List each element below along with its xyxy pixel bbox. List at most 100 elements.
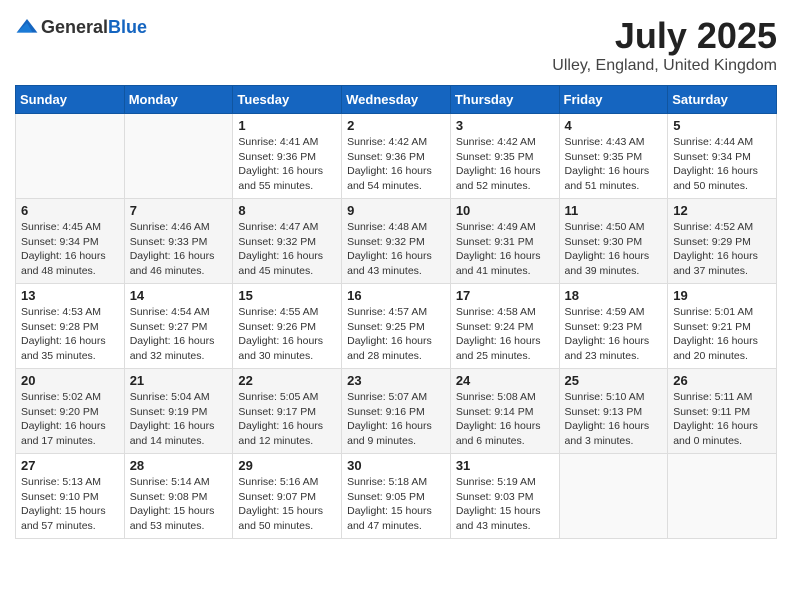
week-row-2: 6 Sunrise: 4:45 AM Sunset: 9:34 PM Daylig… [16,199,777,284]
logo-icon [15,15,39,39]
table-cell: 29Sunrise: 5:16 AM Sunset: 9:07 PM Dayli… [233,454,342,539]
day-number: 18 [565,288,663,303]
day-info: Sunrise: 5:11 AM Sunset: 9:11 PM Dayligh… [673,390,771,449]
title-block: July 2025 Ulley, England, United Kingdom [552,15,777,75]
page-header: GeneralBlue July 2025 Ulley, England, Un… [15,15,777,75]
day-info: Sunrise: 5:04 AM Sunset: 9:19 PM Dayligh… [130,390,228,449]
day-number: 28 [130,458,228,473]
day-number: 6 [21,203,119,218]
week-row-5: 27 Sunrise: 5:13 AM Sunset: 9:10 PM Dayli… [16,454,777,539]
logo-blue: Blue [108,17,147,37]
table-cell: 8 Sunrise: 4:47 AM Sunset: 9:32 PM Daylig… [233,199,342,284]
day-info: Sunrise: 4:57 AM Sunset: 9:25 PM Dayligh… [347,305,445,364]
day-info: Sunrise: 4:54 AM Sunset: 9:27 PM Dayligh… [130,305,228,364]
table-cell: 17 Sunrise: 4:58 AM Sunset: 9:24 PM Dayli… [450,284,559,369]
day-number: 24 [456,373,554,388]
table-cell: 3 Sunrise: 4:42 AM Sunset: 9:35 PM Daylig… [450,114,559,199]
table-cell: 19Sunrise: 5:01 AM Sunset: 9:21 PM Dayli… [668,284,777,369]
day-number: 19 [673,288,771,303]
day-info: Sunrise: 4:47 AM Sunset: 9:32 PM Dayligh… [238,220,336,279]
header-monday: Monday [124,86,233,114]
day-info: Sunrise: 5:13 AM Sunset: 9:10 PM Dayligh… [21,475,119,534]
day-info: Sunrise: 5:05 AM Sunset: 9:17 PM Dayligh… [238,390,336,449]
day-number: 27 [21,458,119,473]
table-cell: 11Sunrise: 4:50 AM Sunset: 9:30 PM Dayli… [559,199,668,284]
table-cell: 4Sunrise: 4:43 AM Sunset: 9:35 PM Daylig… [559,114,668,199]
day-number: 4 [565,118,663,133]
table-cell: 28 Sunrise: 5:14 AM Sunset: 9:08 PM Dayli… [124,454,233,539]
day-info: Sunrise: 4:55 AM Sunset: 9:26 PM Dayligh… [238,305,336,364]
day-info: Sunrise: 5:08 AM Sunset: 9:14 PM Dayligh… [456,390,554,449]
day-number: 26 [673,373,771,388]
days-header-row: Sunday Monday Tuesday Wednesday Thursday… [16,86,777,114]
day-info: Sunrise: 4:52 AM Sunset: 9:29 PM Dayligh… [673,220,771,279]
day-info: Sunrise: 5:19 AM Sunset: 9:03 PM Dayligh… [456,475,554,534]
table-cell [124,114,233,199]
table-cell: 30Sunrise: 5:18 AM Sunset: 9:05 PM Dayli… [342,454,451,539]
table-cell: 16 Sunrise: 4:57 AM Sunset: 9:25 PM Dayli… [342,284,451,369]
logo-text: GeneralBlue [41,17,147,38]
day-number: 25 [565,373,663,388]
table-cell: 26 Sunrise: 5:11 AM Sunset: 9:11 PM Dayli… [668,369,777,454]
day-number: 30 [347,458,445,473]
table-cell [668,454,777,539]
day-number: 20 [21,373,119,388]
header-wednesday: Wednesday [342,86,451,114]
table-cell: 1Sunrise: 4:41 AM Sunset: 9:36 PM Daylig… [233,114,342,199]
day-info: Sunrise: 4:48 AM Sunset: 9:32 PM Dayligh… [347,220,445,279]
day-info: Sunrise: 4:53 AM Sunset: 9:28 PM Dayligh… [21,305,119,364]
day-info: Sunrise: 4:45 AM Sunset: 9:34 PM Dayligh… [21,220,119,279]
table-cell: 18 Sunrise: 4:59 AM Sunset: 9:23 PM Dayli… [559,284,668,369]
header-sunday: Sunday [16,86,125,114]
week-row-1: 1Sunrise: 4:41 AM Sunset: 9:36 PM Daylig… [16,114,777,199]
day-number: 12 [673,203,771,218]
day-info: Sunrise: 4:49 AM Sunset: 9:31 PM Dayligh… [456,220,554,279]
day-number: 3 [456,118,554,133]
day-number: 15 [238,288,336,303]
table-cell: 27 Sunrise: 5:13 AM Sunset: 9:10 PM Dayli… [16,454,125,539]
header-saturday: Saturday [668,86,777,114]
table-cell: 6 Sunrise: 4:45 AM Sunset: 9:34 PM Daylig… [16,199,125,284]
table-cell: 24 Sunrise: 5:08 AM Sunset: 9:14 PM Dayli… [450,369,559,454]
day-number: 2 [347,118,445,133]
day-number: 23 [347,373,445,388]
day-number: 13 [21,288,119,303]
day-info: Sunrise: 4:58 AM Sunset: 9:24 PM Dayligh… [456,305,554,364]
week-row-3: 13 Sunrise: 4:53 AM Sunset: 9:28 PM Dayli… [16,284,777,369]
day-number: 21 [130,373,228,388]
header-tuesday: Tuesday [233,86,342,114]
table-cell: 25 Sunrise: 5:10 AM Sunset: 9:13 PM Dayli… [559,369,668,454]
table-cell: 14 Sunrise: 4:54 AM Sunset: 9:27 PM Dayli… [124,284,233,369]
header-thursday: Thursday [450,86,559,114]
day-info: Sunrise: 5:10 AM Sunset: 9:13 PM Dayligh… [565,390,663,449]
day-info: Sunrise: 4:44 AM Sunset: 9:34 PM Dayligh… [673,135,771,194]
table-cell: 23Sunrise: 5:07 AM Sunset: 9:16 PM Dayli… [342,369,451,454]
table-cell: 31 Sunrise: 5:19 AM Sunset: 9:03 PM Dayli… [450,454,559,539]
day-number: 22 [238,373,336,388]
day-number: 10 [456,203,554,218]
month-title: July 2025 [552,15,777,57]
logo: GeneralBlue [15,15,147,39]
table-cell: 12 Sunrise: 4:52 AM Sunset: 9:29 PM Dayli… [668,199,777,284]
day-number: 16 [347,288,445,303]
week-row-4: 20 Sunrise: 5:02 AM Sunset: 9:20 PM Dayli… [16,369,777,454]
header-friday: Friday [559,86,668,114]
table-cell: 7Sunrise: 4:46 AM Sunset: 9:33 PM Daylig… [124,199,233,284]
table-cell: 10 Sunrise: 4:49 AM Sunset: 9:31 PM Dayli… [450,199,559,284]
day-number: 9 [347,203,445,218]
table-cell: 5Sunrise: 4:44 AM Sunset: 9:34 PM Daylig… [668,114,777,199]
day-number: 29 [238,458,336,473]
table-cell: 9 Sunrise: 4:48 AM Sunset: 9:32 PM Daylig… [342,199,451,284]
table-cell: 21 Sunrise: 5:04 AM Sunset: 9:19 PM Dayli… [124,369,233,454]
day-info: Sunrise: 4:59 AM Sunset: 9:23 PM Dayligh… [565,305,663,364]
day-number: 17 [456,288,554,303]
day-info: Sunrise: 5:02 AM Sunset: 9:20 PM Dayligh… [21,390,119,449]
day-number: 14 [130,288,228,303]
day-number: 31 [456,458,554,473]
day-info: Sunrise: 5:14 AM Sunset: 9:08 PM Dayligh… [130,475,228,534]
logo-general: General [41,17,108,37]
calendar-table: Sunday Monday Tuesday Wednesday Thursday… [15,85,777,539]
day-number: 8 [238,203,336,218]
day-info: Sunrise: 4:42 AM Sunset: 9:35 PM Dayligh… [456,135,554,194]
table-cell: 22 Sunrise: 5:05 AM Sunset: 9:17 PM Dayli… [233,369,342,454]
